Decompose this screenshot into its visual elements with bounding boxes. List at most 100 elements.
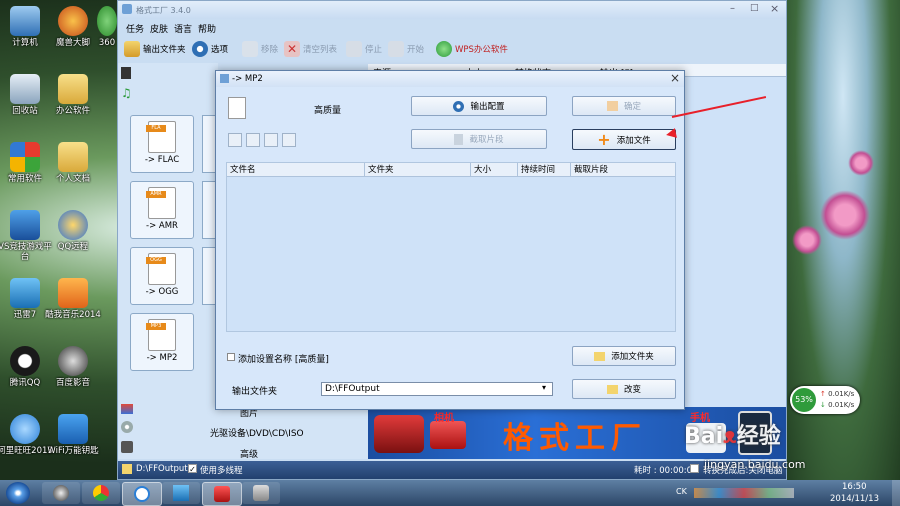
multithread-checkbox[interactable]: ✓ (188, 464, 197, 474)
annotation-arrowhead (665, 128, 677, 140)
menu-language[interactable]: 语言 (174, 22, 192, 35)
clear-list-button[interactable]: ✕ 清空列表 (284, 39, 337, 59)
status-output-path[interactable]: D:\FFOutput (136, 464, 188, 474)
clear-files-icon[interactable] (246, 133, 260, 147)
taskbar-app[interactable] (242, 482, 280, 504)
qq-remote-icon (58, 210, 88, 240)
wps-office-button[interactable]: WPS办公软件 (436, 39, 508, 59)
picture-category-icon[interactable] (121, 404, 133, 414)
advanced-category-label[interactable]: 高级 (240, 447, 258, 460)
disc-icon[interactable] (121, 421, 133, 433)
close-icon[interactable]: × (770, 2, 779, 15)
add-setting-checkbox[interactable] (227, 353, 235, 361)
format-amr-button[interactable]: AMR -> AMR (130, 181, 194, 239)
shutdown-after-checkbox[interactable] (690, 464, 699, 473)
add-folder-button[interactable]: 添加文件夹 (572, 346, 676, 366)
show-desktop-button[interactable] (892, 480, 900, 506)
wps-icon (436, 41, 452, 57)
app-icon (253, 485, 269, 501)
system-tray-icons[interactable] (694, 488, 794, 498)
add-file-button[interactable]: + 添加文件 (572, 129, 676, 150)
audio-category-icon[interactable]: ♫ (121, 87, 132, 99)
clear-x-icon: ✕ (284, 41, 300, 57)
col-filename[interactable]: 文件名 (227, 163, 365, 177)
chevron-down-icon[interactable]: ▾ (542, 383, 546, 392)
output-folder-select[interactable]: D:\FFOutput ▾ (321, 382, 553, 396)
col-size[interactable]: 大小 (471, 163, 518, 177)
film-reel-icon (53, 485, 69, 501)
remove-file-icon[interactable] (228, 133, 242, 147)
menu-task[interactable]: 任务 (126, 22, 144, 35)
menubar: 任务 皮肤 语言 帮助 (118, 19, 786, 35)
minimize-icon[interactable]: – (730, 3, 735, 14)
film-reel-icon (58, 346, 88, 376)
stop-button[interactable]: 停止 (346, 39, 382, 59)
folder-icon (606, 384, 618, 394)
start-button[interactable] (6, 482, 30, 504)
advanced-icon[interactable] (121, 441, 133, 453)
format-button-partial[interactable] (202, 115, 216, 173)
taskbar-sogou[interactable] (122, 482, 162, 506)
clip-segment-button[interactable]: 截取片段 (411, 129, 547, 149)
folder-icon[interactable] (122, 464, 132, 474)
gear-icon (453, 100, 465, 112)
change-folder-button[interactable]: 改变 (572, 379, 676, 399)
start-icon (388, 41, 404, 57)
up-arrow-icon: ↑ (820, 390, 826, 398)
file-table-header: 文件名 文件夹 大小 持续时间 截取片段 (227, 163, 675, 177)
format-button-partial[interactable] (202, 181, 216, 239)
video-category-icon[interactable] (121, 67, 131, 79)
disc-category-label[interactable]: 光驱设备\DVD\CD\ISO (210, 426, 304, 439)
wangwang-icon (10, 414, 40, 444)
format-button-partial[interactable] (202, 247, 216, 305)
clock-date[interactable]: 2014/11/13 (830, 494, 879, 504)
mp2-convert-dialog: -> MP2 × 高质量 输出配置 确定 截取片段 + 添加文件 文件名 文件夹… (215, 70, 685, 410)
dialog-close-icon[interactable]: × (670, 71, 680, 85)
maximize-icon[interactable]: □ (750, 3, 759, 13)
banner-title: 格式工厂 (503, 421, 647, 456)
file-table: 文件名 文件夹 大小 持续时间 截取片段 (226, 162, 676, 332)
add-setting-label: 添加设置名称 [高质量] (238, 355, 329, 365)
col-duration[interactable]: 持续时间 (518, 163, 571, 177)
output-config-button[interactable]: 输出配置 (411, 96, 547, 116)
desktop-icon-kuwo[interactable]: 酷我音乐2014 (45, 278, 101, 320)
elapsed-time: 耗时 : 00:00:00 (634, 466, 698, 476)
confirm-arrow-icon (606, 101, 618, 111)
taskbar-baidu-player[interactable] (42, 482, 80, 504)
info-icon[interactable] (282, 133, 296, 147)
multithread-label: 使用多线程 (200, 466, 243, 476)
output-folder-label: 输出文件夹 (232, 387, 278, 397)
format-flac-button[interactable]: FLA -> FLAC (130, 115, 194, 173)
taskbar-xunlei[interactable] (162, 482, 200, 504)
gear-icon (192, 41, 208, 57)
camera-icon (430, 421, 466, 449)
menu-skin[interactable]: 皮肤 (150, 22, 168, 35)
col-clip[interactable]: 截取片段 (571, 163, 675, 177)
taskbar-chrome[interactable] (82, 482, 120, 504)
desktop-icon-docs[interactable]: 个人文档 (45, 142, 101, 184)
watermark-url: jingyan.baidu.com (704, 458, 806, 471)
input-language[interactable]: CK (676, 487, 687, 496)
net-speed-widget[interactable]: 53% ↑ 0.01K/s ↓ 0.01K/s (790, 386, 860, 414)
start-button[interactable]: 开始 (388, 39, 424, 59)
mp2-format-icon (228, 97, 246, 119)
taskbar-format-factory[interactable] (202, 482, 242, 506)
format-mp2-button[interactable]: MP3 -> MP2 (130, 313, 194, 371)
col-folder[interactable]: 文件夹 (365, 163, 471, 177)
desktop-icon-baidu-player[interactable]: 百度影音 (45, 346, 101, 388)
amr-file-icon: AMR (146, 187, 176, 219)
clock-time[interactable]: 16:50 (842, 482, 867, 492)
output-folder-button[interactable]: 输出文件夹 (124, 39, 186, 59)
taskbar: CK 16:50 2014/11/13 (0, 480, 900, 506)
remove-icon (242, 41, 258, 57)
wifi-icon (58, 414, 88, 444)
menu-help[interactable]: 帮助 (198, 22, 216, 35)
options-button[interactable]: 选项 (192, 39, 228, 59)
remove-button[interactable]: 移除 (242, 39, 278, 59)
confirm-button[interactable]: 确定 (572, 96, 676, 116)
play-icon[interactable] (264, 133, 278, 147)
desktop-icon-office[interactable]: 办公软件 (45, 74, 101, 116)
desktop-icon-qq-remote[interactable]: QQ远程 (45, 210, 101, 252)
desktop-icon-wifi[interactable]: WiFi万能钥匙 (45, 414, 101, 456)
format-ogg-button[interactable]: OGG -> OGG (130, 247, 194, 305)
